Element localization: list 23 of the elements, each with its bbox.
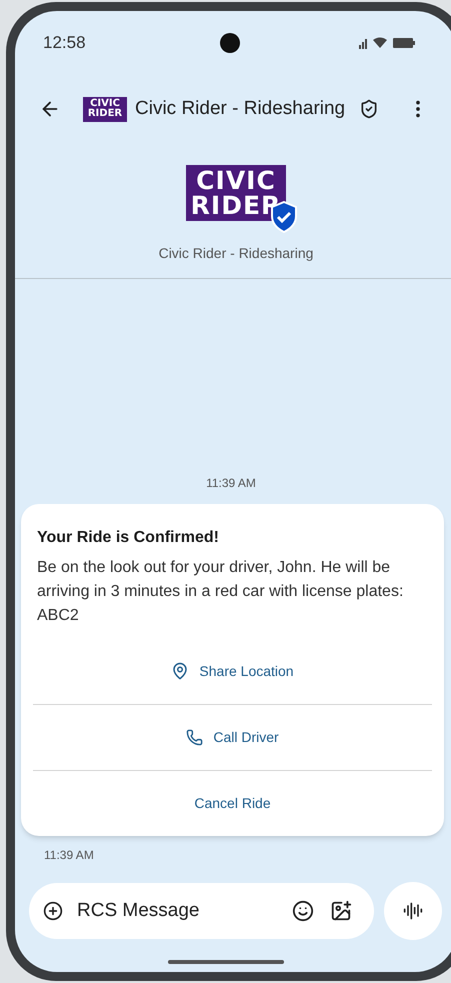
waveform-icon	[403, 901, 423, 921]
message-time: 11:39 AM	[44, 847, 95, 864]
phone-icon	[186, 729, 204, 746]
card-title: Your Ride is Confirmed!	[37, 528, 220, 548]
timestamp: 11:39 AM	[206, 475, 256, 492]
camera-icon	[220, 33, 240, 53]
action-button[interactable]: Share Location	[165, 654, 300, 688]
logo: CIVIC RIDER	[83, 96, 127, 122]
card-body: Be on the look out for your driver, John. He will be arriving in 3 minutes in a red car with license plates: ABC2	[37, 558, 404, 626]
business-name: Civic Rider - Ridesharing	[158, 244, 314, 263]
action-button[interactable]: Cancel Ride	[188, 787, 277, 820]
status-time: 12:58	[43, 32, 86, 54]
verified-shield-icon[interactable]	[359, 99, 380, 119]
gallery-icon[interactable]	[330, 900, 352, 922]
message-composer[interactable]: RCS Message	[29, 883, 374, 939]
action-button[interactable]: Call Driver	[180, 721, 285, 754]
emoji-icon[interactable]	[292, 900, 314, 922]
message-placeholder: RCS Message	[77, 898, 200, 923]
status-icons	[359, 36, 417, 50]
location-pin-icon	[171, 662, 190, 680]
add-icon[interactable]	[43, 901, 63, 921]
chat-title: Civic Rider - Ridesharing	[135, 96, 346, 121]
logo: CIVIC RIDER	[186, 165, 286, 221]
